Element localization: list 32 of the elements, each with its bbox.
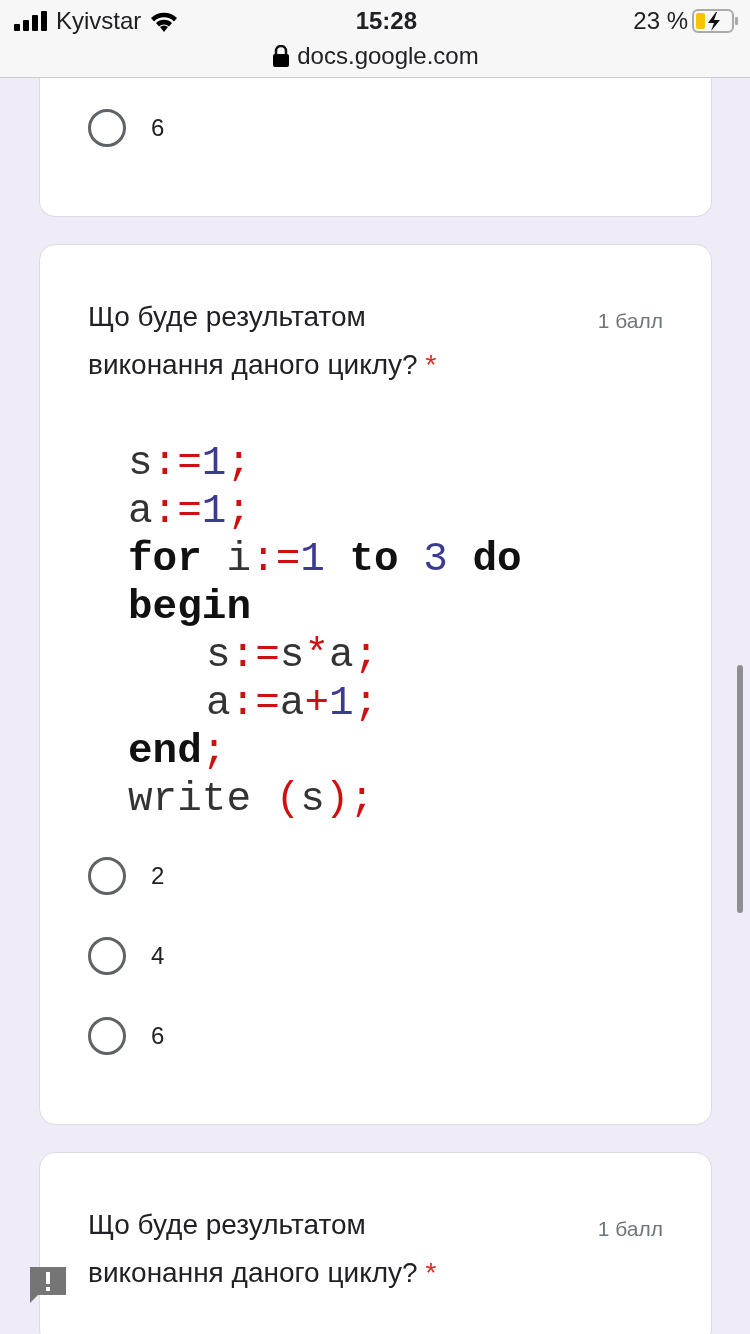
code-line: a:=a+1; — [206, 680, 379, 726]
code-line: end; — [128, 728, 227, 774]
required-mark: * — [425, 349, 437, 380]
page-url[interactable]: docs.google.com — [297, 38, 479, 74]
code-line: a:=1; — [128, 488, 252, 534]
scrollbar[interactable] — [737, 665, 743, 913]
radio-button[interactable] — [88, 937, 126, 975]
question-title: Що буде результатом виконання даного циклу? — [88, 301, 418, 380]
code-line: s:=1; — [128, 440, 252, 486]
code-line: for i:=1 to 3 do — [128, 536, 522, 582]
option-label[interactable]: 4 — [151, 938, 165, 974]
clock-time: 15:28 — [355, 6, 417, 36]
signal-icon — [14, 11, 48, 31]
code-line: s:=s*a; — [206, 632, 379, 678]
battery-charging-icon — [692, 9, 738, 33]
battery-percent: 23 % — [633, 6, 688, 36]
carrier-name: Kyivstar — [56, 6, 142, 36]
lock-icon — [273, 45, 290, 67]
points-label: 1 балл — [597, 308, 663, 334]
radio-button[interactable] — [88, 1017, 126, 1055]
radio-button[interactable] — [88, 857, 126, 895]
question-title: Що буде результатом виконання даного циклу? — [88, 1209, 418, 1288]
wifi-icon — [149, 10, 180, 32]
code-line: write (s); — [128, 776, 375, 822]
code-line: begin — [128, 584, 252, 630]
report-icon[interactable] — [28, 1265, 68, 1305]
radio-button[interactable] — [88, 109, 126, 147]
option-label[interactable]: 2 — [151, 858, 165, 894]
option-label[interactable]: 6 — [151, 1018, 165, 1054]
required-mark: * — [425, 1257, 437, 1288]
option-label[interactable]: 6 — [151, 110, 165, 146]
points-label: 1 балл — [597, 1216, 663, 1242]
